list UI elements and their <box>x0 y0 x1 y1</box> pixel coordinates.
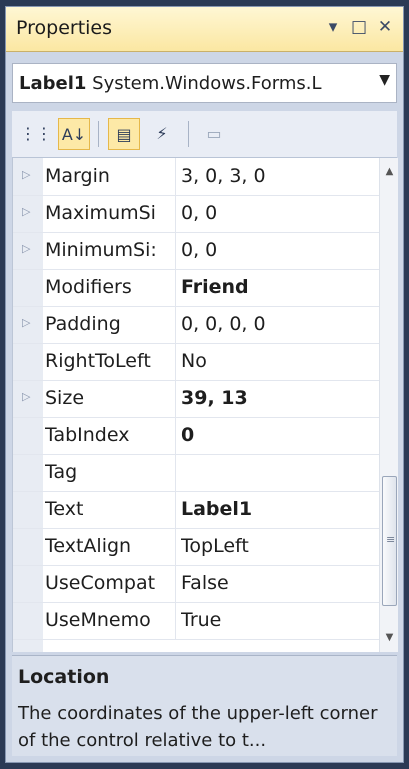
property-row[interactable]: ▷ Padding 0, 0, 0, 0 <box>13 306 379 344</box>
chevron-down-icon[interactable]: ▼ <box>379 72 390 88</box>
toolbar-divider <box>188 121 189 147</box>
column-divider <box>175 454 176 491</box>
property-value[interactable]: 39, 13 <box>181 387 376 409</box>
window-title: Properties <box>16 17 113 39</box>
properties-icon[interactable]: ▤ <box>108 118 140 150</box>
properties-window: Properties ▾ □ ✕ Label1 System.Windows.F… <box>5 6 404 763</box>
property-row[interactable]: ▷ Size 39, 13 <box>13 380 379 418</box>
column-divider <box>175 343 176 380</box>
grip-icon: ≡ <box>386 533 396 546</box>
property-name: RightToLeft <box>45 350 151 372</box>
column-divider <box>175 269 176 306</box>
expand-icon[interactable]: ▷ <box>22 168 30 181</box>
property-name: MinimumSi: <box>45 239 157 261</box>
property-row[interactable]: Modifiers Friend <box>13 269 379 307</box>
property-value[interactable]: Label1 <box>181 498 376 520</box>
property-name: MaximumSi <box>45 202 156 224</box>
column-divider <box>175 528 176 565</box>
property-row[interactable]: ▷ MinimumSi: 0, 0 <box>13 232 379 270</box>
property-value[interactable]: Friend <box>181 276 376 298</box>
property-value[interactable]: 0, 0 <box>181 239 376 261</box>
property-row[interactable]: RightToLeft No <box>13 343 379 381</box>
toolbar-divider <box>98 121 99 147</box>
property-name: Text <box>45 498 84 520</box>
property-value[interactable]: True <box>181 609 376 631</box>
property-row[interactable]: TabIndex 0 <box>13 417 379 455</box>
column-divider <box>175 602 176 639</box>
property-value[interactable]: No <box>181 350 376 372</box>
expand-icon[interactable]: ▷ <box>22 316 30 329</box>
property-value[interactable]: 0 <box>181 424 376 446</box>
description-pane: Location The coordinates of the upper-le… <box>12 655 397 756</box>
events-icon[interactable]: ⚡ <box>146 118 178 150</box>
property-row[interactable]: TextAlign TopLeft <box>13 528 379 566</box>
property-row[interactable]: ▷ MaximumSi 0, 0 <box>13 195 379 233</box>
object-type: System.Windows.Forms.L <box>92 73 322 94</box>
property-value[interactable]: TopLeft <box>181 535 376 557</box>
object-label: Label1 System.Windows.Forms.L <box>19 73 359 94</box>
vertical-scrollbar[interactable]: ▲ ≡ ▼ <box>379 158 398 652</box>
property-pages-icon[interactable]: ▭ <box>198 118 230 150</box>
property-grid: ▷ Margin 3, 0, 3, 0 ▷ MaximumSi 0, 0 ▷ MinimumS… <box>12 158 398 652</box>
property-row[interactable]: ▷ Margin 3, 0, 3, 0 <box>13 158 379 196</box>
property-name: Padding <box>45 313 121 335</box>
column-divider <box>175 491 176 528</box>
categorized-icon[interactable]: ⋮⋮ <box>20 118 52 150</box>
property-name: TextAlign <box>45 535 132 557</box>
property-name: Modifiers <box>45 276 132 298</box>
toolbar: ⋮⋮ A↓ ▤ ⚡ ▭ <box>12 111 397 158</box>
column-divider <box>175 195 176 232</box>
description-title: Location <box>18 666 110 688</box>
property-row[interactable]: UseCompat False <box>13 565 379 603</box>
object-selector[interactable]: Label1 System.Windows.Forms.L ▼ <box>12 63 397 103</box>
property-name: UseMnemo <box>45 609 151 631</box>
property-name: Tag <box>45 461 78 483</box>
property-value[interactable]: False <box>181 572 376 594</box>
object-name: Label1 <box>19 73 87 94</box>
pin-dropdown-icon[interactable]: ▾ <box>321 15 345 39</box>
column-divider <box>175 380 176 417</box>
expand-icon[interactable]: ▷ <box>22 205 30 218</box>
alphabetical-sort-icon[interactable]: A↓ <box>58 118 90 150</box>
expand-icon[interactable]: ▷ <box>22 242 30 255</box>
column-divider <box>175 158 176 195</box>
property-name: Margin <box>45 165 110 187</box>
title-bar[interactable]: Properties ▾ □ ✕ <box>6 7 403 52</box>
description-text: The coordinates of the upper-left corner… <box>18 703 378 751</box>
property-name: TabIndex <box>45 424 130 446</box>
column-divider <box>175 232 176 269</box>
expand-icon[interactable]: ▷ <box>22 390 30 403</box>
property-row[interactable]: UseMnemo True <box>13 602 379 640</box>
scroll-up-icon[interactable]: ▲ <box>380 162 398 182</box>
scrollbar-thumb[interactable]: ≡ <box>382 476 397 606</box>
property-name: UseCompat <box>45 572 156 594</box>
property-value[interactable]: 0, 0, 0, 0 <box>181 313 376 335</box>
column-divider <box>175 417 176 454</box>
column-divider <box>175 565 176 602</box>
maximize-icon[interactable]: □ <box>347 15 371 39</box>
close-icon[interactable]: ✕ <box>373 15 397 39</box>
scroll-down-icon[interactable]: ▼ <box>380 628 398 648</box>
property-value[interactable]: 3, 0, 3, 0 <box>181 165 376 187</box>
property-row[interactable]: Tag <box>13 454 379 492</box>
property-row[interactable]: Text Label1 <box>13 491 379 529</box>
property-value[interactable]: 0, 0 <box>181 202 376 224</box>
property-name: Size <box>45 387 85 409</box>
column-divider <box>175 306 176 343</box>
